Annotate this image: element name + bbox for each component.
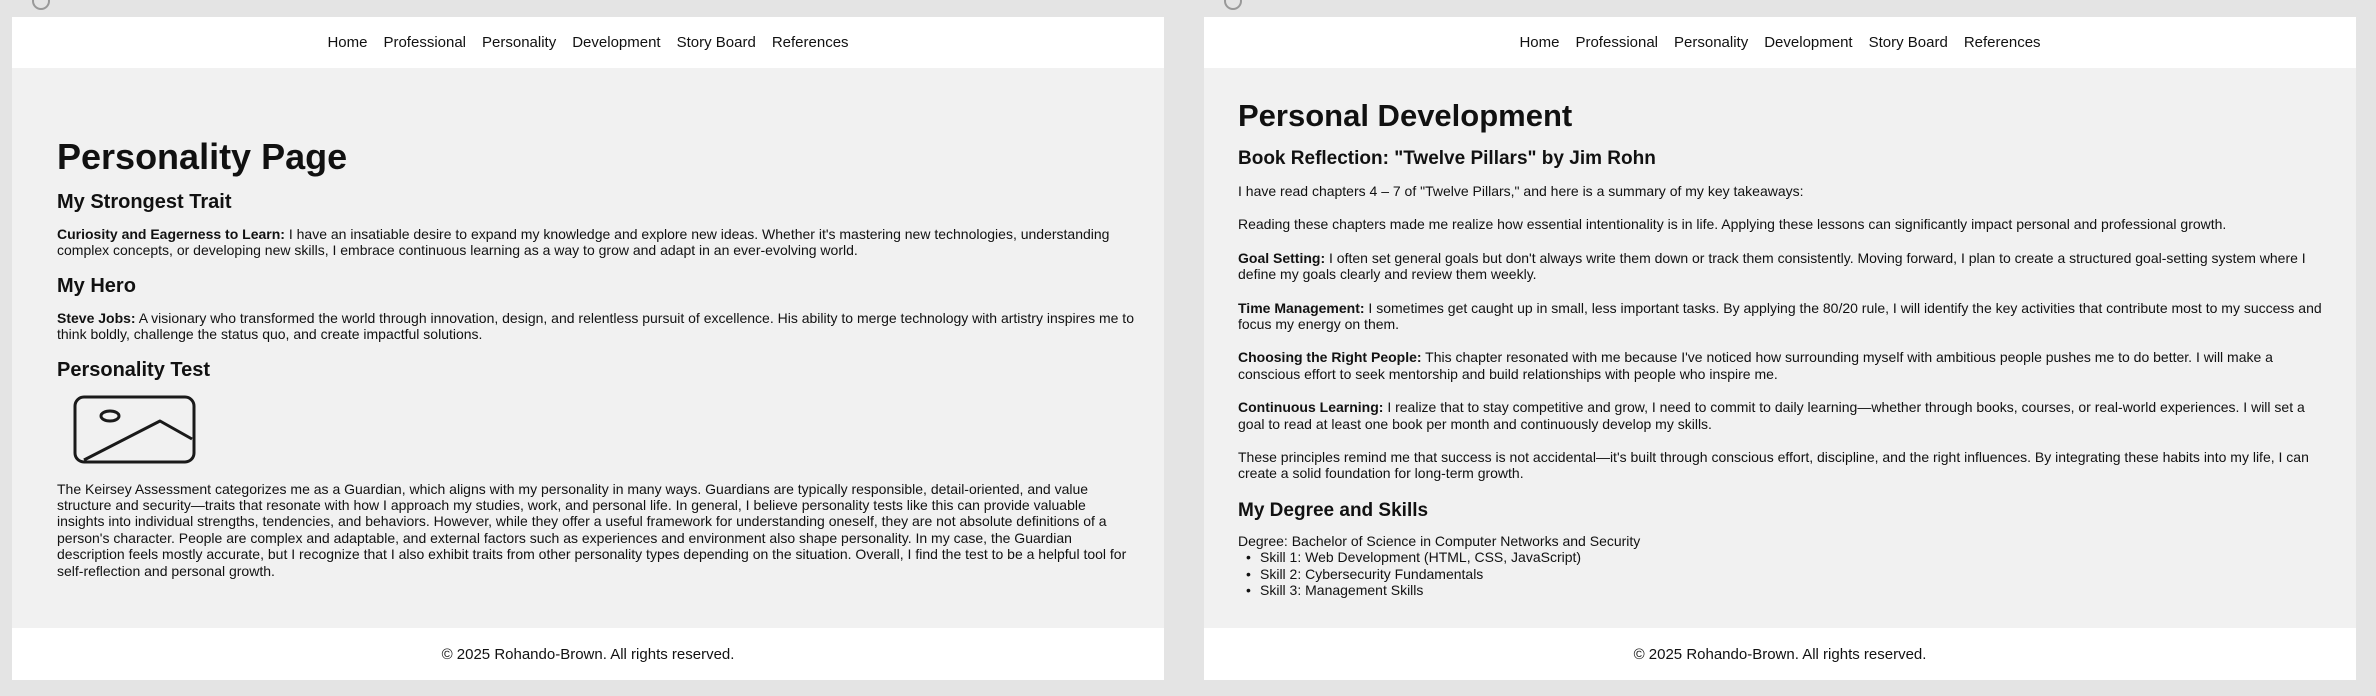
list-item: Skill 2: Cybersecurity Fundamentals xyxy=(1246,566,2326,583)
copyright-text: © 2025 Rohando-Brown. All rights reserve… xyxy=(441,645,735,663)
nav-story-board[interactable]: Story Board xyxy=(677,34,756,51)
nav-professional[interactable]: Professional xyxy=(1575,34,1658,51)
browser-top-strip-right xyxy=(1204,0,2356,17)
continuous-learning-text: I realize that to stay competitive and g… xyxy=(1238,399,2305,432)
goal-setting-label: Goal Setting: xyxy=(1238,249,1326,266)
hero-paragraph: Steve Jobs: A visionary who transformed … xyxy=(57,310,1134,343)
top-nav: Home Professional Personality Developmen… xyxy=(1204,17,2356,68)
image-placeholder-icon xyxy=(73,395,196,464)
trait-label: Curiosity and Eagerness to Learn: xyxy=(57,226,285,242)
nav-professional[interactable]: Professional xyxy=(383,34,466,51)
goal-setting-paragraph: Goal Setting: I often set general goals … xyxy=(1238,250,2326,283)
page-title: Personality Page xyxy=(57,136,348,177)
trait-heading: My Strongest Trait xyxy=(57,191,232,213)
nav-personality[interactable]: Personality xyxy=(482,34,556,51)
trait-paragraph: Curiosity and Eagerness to Learn: I have… xyxy=(57,226,1134,259)
intro-paragraph: I have read chapters 4 – 7 of "Twelve Pi… xyxy=(1238,183,1804,199)
nav-development[interactable]: Development xyxy=(572,34,660,51)
browser-top-strip-left xyxy=(12,0,1164,17)
degree-text: Degree: Bachelor of Science in Computer … xyxy=(1238,532,1641,549)
right-people-label: Choosing the Right People: xyxy=(1238,349,1422,366)
page-title: Personal Development xyxy=(1238,98,1573,133)
degree-skills-heading: My Degree and Skills xyxy=(1238,499,1429,521)
continuous-learning-paragraph: Continuous Learning: I realize that to s… xyxy=(1238,399,2326,432)
list-item: Skill 3: Management Skills xyxy=(1246,582,2326,599)
hero-heading: My Hero xyxy=(57,274,136,297)
continuous-learning-label: Continuous Learning: xyxy=(1238,399,1384,416)
development-page-window: Home Professional Personality Developmen… xyxy=(1204,17,2356,680)
book-reflection-heading: Book Reflection: "Twelve Pillars" by Jim… xyxy=(1238,148,1656,169)
hero-label: Steve Jobs: xyxy=(57,309,136,326)
reflection-paragraph: Reading these chapters made me realize h… xyxy=(1238,216,2227,233)
nav-personality[interactable]: Personality xyxy=(1674,34,1748,51)
list-item: Skill 1: Web Development (HTML, CSS, Jav… xyxy=(1246,549,2326,566)
main-content: Personality Page My Strongest Trait Curi… xyxy=(57,68,1134,628)
time-management-paragraph: Time Management: I sometimes get caught … xyxy=(1238,300,2326,333)
time-management-text: I sometimes get caught up in small, less… xyxy=(1238,299,2322,333)
clipped-circle-icon xyxy=(32,0,50,10)
top-nav: Home Professional Personality Developmen… xyxy=(12,17,1164,68)
hero-text: A visionary who transformed the world th… xyxy=(57,309,1134,343)
right-people-paragraph: Choosing the Right People: This chapter … xyxy=(1238,349,2326,382)
time-management-label: Time Management: xyxy=(1238,299,1365,316)
copyright-text: © 2025 Rohando-Brown. All rights reserve… xyxy=(1633,645,1927,663)
personality-test-text: The Keirsey Assessment categorizes me as… xyxy=(57,480,1127,579)
clipped-circle-icon xyxy=(1224,0,1242,10)
footer: © 2025 Rohando-Brown. All rights reserve… xyxy=(12,628,1164,680)
nav-home[interactable]: Home xyxy=(1519,34,1559,51)
goal-setting-text: I often set general goals but don't alwa… xyxy=(1238,249,2306,283)
nav-development[interactable]: Development xyxy=(1764,34,1852,51)
footer: © 2025 Rohando-Brown. All rights reserve… xyxy=(1204,628,2356,680)
personality-test-heading: Personality Test xyxy=(57,358,211,381)
main-content: Personal Development Book Reflection: "T… xyxy=(1238,68,2326,628)
nav-references[interactable]: References xyxy=(1964,34,2041,51)
nav-references[interactable]: References xyxy=(772,34,849,51)
personality-page-window: Home Professional Personality Developmen… xyxy=(12,17,1164,680)
closing-paragraph: These principles remind me that success … xyxy=(1238,449,2309,482)
nav-story-board[interactable]: Story Board xyxy=(1869,34,1948,51)
nav-home[interactable]: Home xyxy=(327,34,367,51)
skills-list: Skill 1: Web Development (HTML, CSS, Jav… xyxy=(1238,549,2326,599)
